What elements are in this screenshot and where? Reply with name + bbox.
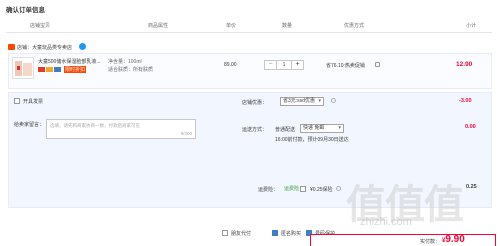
product-thumbnail[interactable] bbox=[12, 57, 34, 79]
col-header-price: 单价 bbox=[226, 23, 237, 29]
insurance-suffix: 保险 bbox=[322, 187, 333, 193]
chevron-down-icon: ▾ bbox=[338, 125, 341, 131]
insurance-desc: ¥0.25保险 bbox=[310, 186, 333, 193]
col-header-item: 店铺宝贝 bbox=[30, 23, 51, 29]
shipping-label: 运送方式： bbox=[242, 127, 268, 133]
col-header-qty: 数量 bbox=[282, 23, 293, 29]
shipping-option: 快递 免邮 bbox=[303, 125, 325, 131]
shop-coupon-amount: -3.00 bbox=[459, 98, 472, 104]
memo-textarea[interactable]: 选填，请先和商家协商一致，付款后商家可见 0/200 bbox=[46, 119, 196, 139]
memo-placeholder: 选填，请先和商家协商一致，付款后商家可见 bbox=[50, 123, 140, 128]
store-icon bbox=[8, 44, 15, 50]
info-icon[interactable] bbox=[331, 98, 336, 103]
qty-minus-button[interactable]: − bbox=[265, 61, 277, 69]
insurance-checkbox[interactable] bbox=[300, 186, 306, 192]
anonymous-label: 匿名购买 bbox=[281, 231, 302, 237]
final-amount-value: 9.90 bbox=[445, 234, 465, 245]
friend-pay-checkbox[interactable] bbox=[222, 230, 228, 236]
col-header-props: 商品属性 bbox=[148, 23, 169, 29]
final-amount: ¥9.90 bbox=[442, 234, 465, 245]
page-title: 确认订单信息 bbox=[6, 7, 45, 14]
shipping-note: 16:00前付款，预计09月30日送达 bbox=[275, 137, 349, 143]
discount-detail-icon[interactable] bbox=[375, 62, 380, 67]
memo-label: 给卖家留言： bbox=[14, 122, 45, 128]
item-subtotal: 12.90 bbox=[456, 61, 473, 68]
insurance-tag[interactable]: 运费险 bbox=[284, 185, 299, 192]
unit-price: 89.00 bbox=[224, 62, 237, 68]
qty-input[interactable]: 1 bbox=[277, 61, 291, 69]
friend-pay-label: 朋友代付 bbox=[231, 231, 252, 237]
quantity-stepper: − 1 + bbox=[264, 60, 304, 70]
anonymous-checkbox[interactable] bbox=[272, 230, 278, 236]
product-name-link[interactable]: 大童500储水保湿脸部乳液... bbox=[38, 58, 101, 65]
insurance-amount: 0.25 bbox=[466, 184, 477, 190]
info-icon[interactable] bbox=[336, 186, 341, 191]
shop-coupon-select[interactable]: 省3元:ssd优惠 ▾ bbox=[280, 97, 324, 106]
col-header-discount: 优惠方式 bbox=[344, 23, 365, 29]
store-title: 大童玩品类专卖店 bbox=[32, 45, 73, 51]
prop-volume: 净含量：100ml bbox=[108, 59, 142, 65]
shipping-select[interactable]: 快递 免邮 ▾ bbox=[300, 124, 344, 133]
header-divider bbox=[6, 32, 492, 33]
qty-plus-button[interactable]: + bbox=[291, 61, 303, 69]
credit-badge-icon bbox=[38, 67, 45, 72]
invoice-label: 开具发票 bbox=[23, 99, 44, 105]
shop-coupon-value: 省3元:ssd优惠 bbox=[283, 98, 315, 104]
service-badge-icon bbox=[54, 67, 61, 72]
discount-info: 省76.10:热卖促销 bbox=[326, 63, 365, 69]
insurance-price: ¥0.25 bbox=[310, 187, 323, 193]
guarantee-badge-icon bbox=[46, 67, 53, 72]
promo-tag: 限时折扣 bbox=[64, 66, 87, 73]
final-label: 实付款： bbox=[420, 239, 441, 245]
final-payment-box bbox=[310, 234, 496, 246]
store-name[interactable]: 店铺：大童玩品类专卖店 bbox=[17, 44, 72, 51]
insurance-label: 运费险： bbox=[258, 187, 279, 193]
watermark-site: zhizhi.com bbox=[360, 216, 412, 228]
wangwang-icon[interactable] bbox=[79, 43, 86, 50]
invoice-checkbox[interactable] bbox=[14, 98, 20, 104]
memo-char-count: 0/200 bbox=[180, 131, 192, 136]
prop-skin-type: 适合肤质：所有肤质 bbox=[108, 67, 154, 73]
shop-coupon-label: 店铺优惠： bbox=[242, 100, 268, 106]
col-header-subtotal: 小计 bbox=[466, 23, 477, 29]
shipping-method: 普通配送 bbox=[275, 127, 296, 133]
chevron-down-icon: ▾ bbox=[318, 98, 321, 104]
shipping-amount: 0.00 bbox=[465, 124, 476, 130]
store-prefix: 店铺： bbox=[17, 45, 33, 51]
